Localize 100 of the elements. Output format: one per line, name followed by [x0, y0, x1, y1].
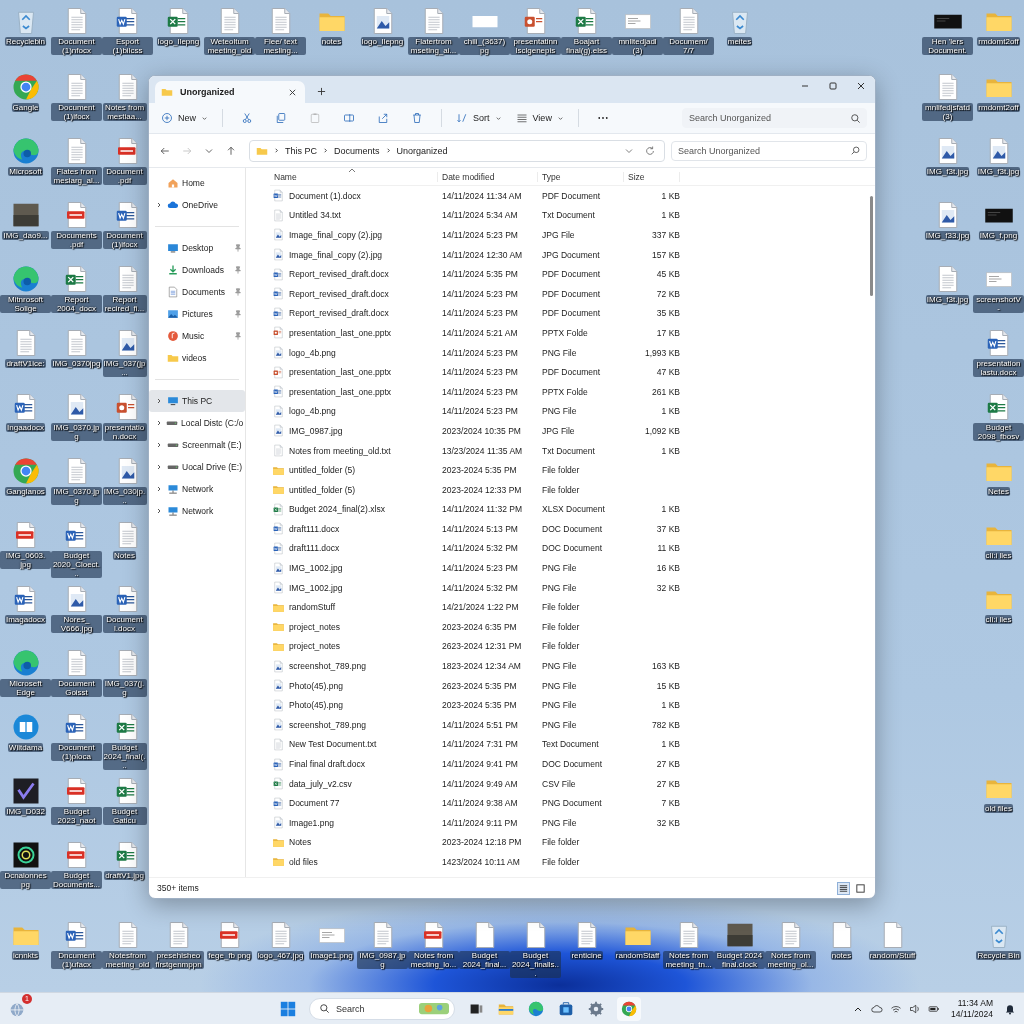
sidebar-item[interactable]: Screenrnalt (E:)	[149, 434, 245, 456]
sort-icon	[456, 112, 468, 124]
desktop-icon-label: Budget 2024_final(...	[102, 743, 147, 770]
chevron-right-icon[interactable]	[155, 484, 163, 493]
file-name-cell[interactable]: logo_4b.png	[289, 406, 336, 417]
file-name-cell[interactable]: Final final draft.docx	[289, 759, 366, 769]
desktop-icon-label: Budget 2023_naot	[51, 807, 102, 825]
share-icon[interactable]	[377, 112, 389, 124]
cut-icon[interactable]	[241, 112, 253, 124]
sidebar-item[interactable]: Desktop	[149, 237, 245, 259]
clock-date[interactable]: 14/11/2024	[951, 1008, 993, 1020]
tiles-view-icon[interactable]	[854, 881, 867, 895]
file-name-cell[interactable]: Photo(45).png	[289, 700, 343, 711]
sidebar-item[interactable]: Music	[149, 325, 245, 347]
column-header[interactable]: Date modified	[438, 172, 538, 182]
up-arrow-icon[interactable]	[225, 144, 237, 157]
settings-icon[interactable]	[587, 999, 606, 1018]
scrollbar[interactable]	[870, 196, 873, 296]
file-name-cell[interactable]: data_july_v2.csv	[289, 778, 352, 789]
word-document-icon	[272, 385, 285, 399]
breadcrumb-item[interactable]: Unorganized	[396, 145, 448, 156]
folder-tab[interactable]: Unorganized	[155, 81, 305, 103]
file-name-cell[interactable]: Report_revised_draft.docx	[289, 288, 389, 299]
chevron-right-icon[interactable]	[155, 506, 163, 515]
file-name-cell[interactable]: Report_revised_draft.docx	[289, 308, 389, 319]
view-button[interactable]: View	[511, 110, 568, 126]
file-name-cell[interactable]: draft111.docx	[289, 523, 340, 534]
cloud-icon[interactable]	[871, 1002, 884, 1015]
clock-time[interactable]: 11:34 AM	[957, 997, 993, 1009]
refresh-icon[interactable]	[644, 144, 656, 157]
file-name-cell[interactable]: screenshot_789.png	[289, 661, 367, 672]
file-name-cell[interactable]: presentation_last_one.pptx	[289, 386, 392, 397]
bell-icon[interactable]	[1004, 1002, 1016, 1015]
column-header[interactable]: Size	[624, 172, 680, 182]
chevron-right-icon[interactable]	[155, 462, 163, 471]
sidebar-item[interactable]: Downloads	[149, 259, 245, 281]
sidebar-item[interactable]: Local Distc (C:/o	[149, 412, 245, 434]
file-name-cell[interactable]: project_notes	[289, 621, 341, 632]
sidebar-item[interactable]: Documents	[149, 281, 245, 303]
sidebar-item[interactable]: Network	[149, 478, 245, 500]
chevron-right-icon[interactable]	[155, 396, 163, 405]
column-header[interactable]: Name	[270, 172, 438, 182]
breadcrumb-item[interactable]: This PC	[285, 145, 317, 156]
file-name-cell[interactable]: Image_final_copy (2).jpg	[289, 249, 383, 260]
file-name-cell[interactable]: presentation_last_one.pptx	[289, 367, 392, 378]
file-name-cell[interactable]: draft111.docx	[289, 543, 340, 554]
file-name-cell[interactable]: untitled_folder (5)	[289, 484, 356, 495]
sidebar-item[interactable]: Network	[149, 500, 245, 522]
file-name-cell[interactable]: New Test Document.txt	[289, 739, 377, 750]
file-name-cell[interactable]: Image_final_copy (2).jpg	[289, 230, 383, 240]
file-name-cell[interactable]: screenshot_789.png	[289, 719, 367, 730]
file-name-cell[interactable]: IMG_1002.jpg	[289, 582, 343, 593]
file-name-cell[interactable]: untitled_folder (5)	[289, 465, 356, 476]
desktop-icon-label: IMG_037(jp...	[102, 359, 147, 377]
word-document-icon	[272, 542, 285, 555]
sidebar-item[interactable]: Home	[149, 172, 245, 194]
file-name-cell[interactable]: Image1.png	[289, 817, 334, 828]
desktop-icon-label: Mitnrosoft Solige	[0, 295, 51, 313]
new-button[interactable]: New	[157, 110, 212, 126]
file-name-cell[interactable]: presentation_last_one.pptx	[289, 327, 392, 338]
browser-icon[interactable]	[527, 999, 546, 1018]
volume-icon[interactable]	[909, 1002, 922, 1015]
file-name-cell[interactable]: Notes from meeting_old.txt	[289, 445, 391, 456]
file-name-cell[interactable]: IMG_1002.jpg	[289, 563, 343, 574]
search-field[interactable]: Search Unorganized	[682, 108, 867, 128]
file-name-cell[interactable]: Report_revised_draft.docx	[289, 269, 389, 280]
chevron-right-icon[interactable]	[155, 200, 163, 209]
search-field[interactable]: Search Unorganized	[671, 140, 867, 161]
file-name-cell[interactable]: Photo(45).png	[289, 680, 343, 691]
file-name-cell[interactable]: Budget 2024_final(2).xlsx	[289, 504, 385, 515]
file-name-cell[interactable]: Untitled 34.txt	[289, 210, 341, 221]
maximize-icon[interactable]	[828, 81, 838, 91]
chevron-right-icon[interactable]	[155, 418, 163, 427]
sidebar-item[interactable]: Uocal Drive (E:)	[149, 456, 245, 478]
sidebar-item[interactable]: OneDrive	[149, 194, 245, 216]
delete-icon[interactable]	[411, 112, 423, 124]
close-icon[interactable]	[856, 81, 866, 91]
chevron-right-icon[interactable]	[155, 440, 163, 449]
rename-icon[interactable]	[343, 112, 355, 124]
close-tab-icon[interactable]	[288, 87, 297, 97]
taskbar-app-button[interactable]	[617, 996, 642, 1021]
file-name-cell[interactable]: logo_4b.png	[289, 347, 336, 358]
file-name-cell[interactable]: project_notes	[289, 641, 341, 652]
sidebar-item[interactable]: This PC	[149, 390, 245, 412]
file-name-cell[interactable]: randomStuff	[289, 602, 336, 613]
column-header[interactable]: Type	[538, 172, 624, 182]
new-tab-icon[interactable]	[317, 87, 326, 96]
address-bar[interactable]: This PC Documents Unorganized	[249, 139, 665, 162]
sort-button[interactable]: Sort	[452, 110, 506, 126]
file-name-cell[interactable]: old files	[289, 857, 318, 867]
start-icon[interactable]	[279, 999, 298, 1018]
file-name-cell[interactable]: Document 77	[289, 798, 340, 809]
file-name-cell[interactable]: IMG_0987.jpg	[289, 425, 343, 436]
file-name-cell[interactable]: Notes	[289, 837, 312, 848]
details-view-icon[interactable]	[837, 881, 850, 895]
sidebar-item[interactable]: videos	[149, 347, 245, 369]
file-name-cell[interactable]: Document (1).docx	[289, 190, 361, 201]
copy-icon[interactable]	[275, 112, 287, 124]
breadcrumb-item[interactable]: Documents	[334, 145, 380, 156]
sidebar-item[interactable]: Pictures	[149, 303, 245, 325]
